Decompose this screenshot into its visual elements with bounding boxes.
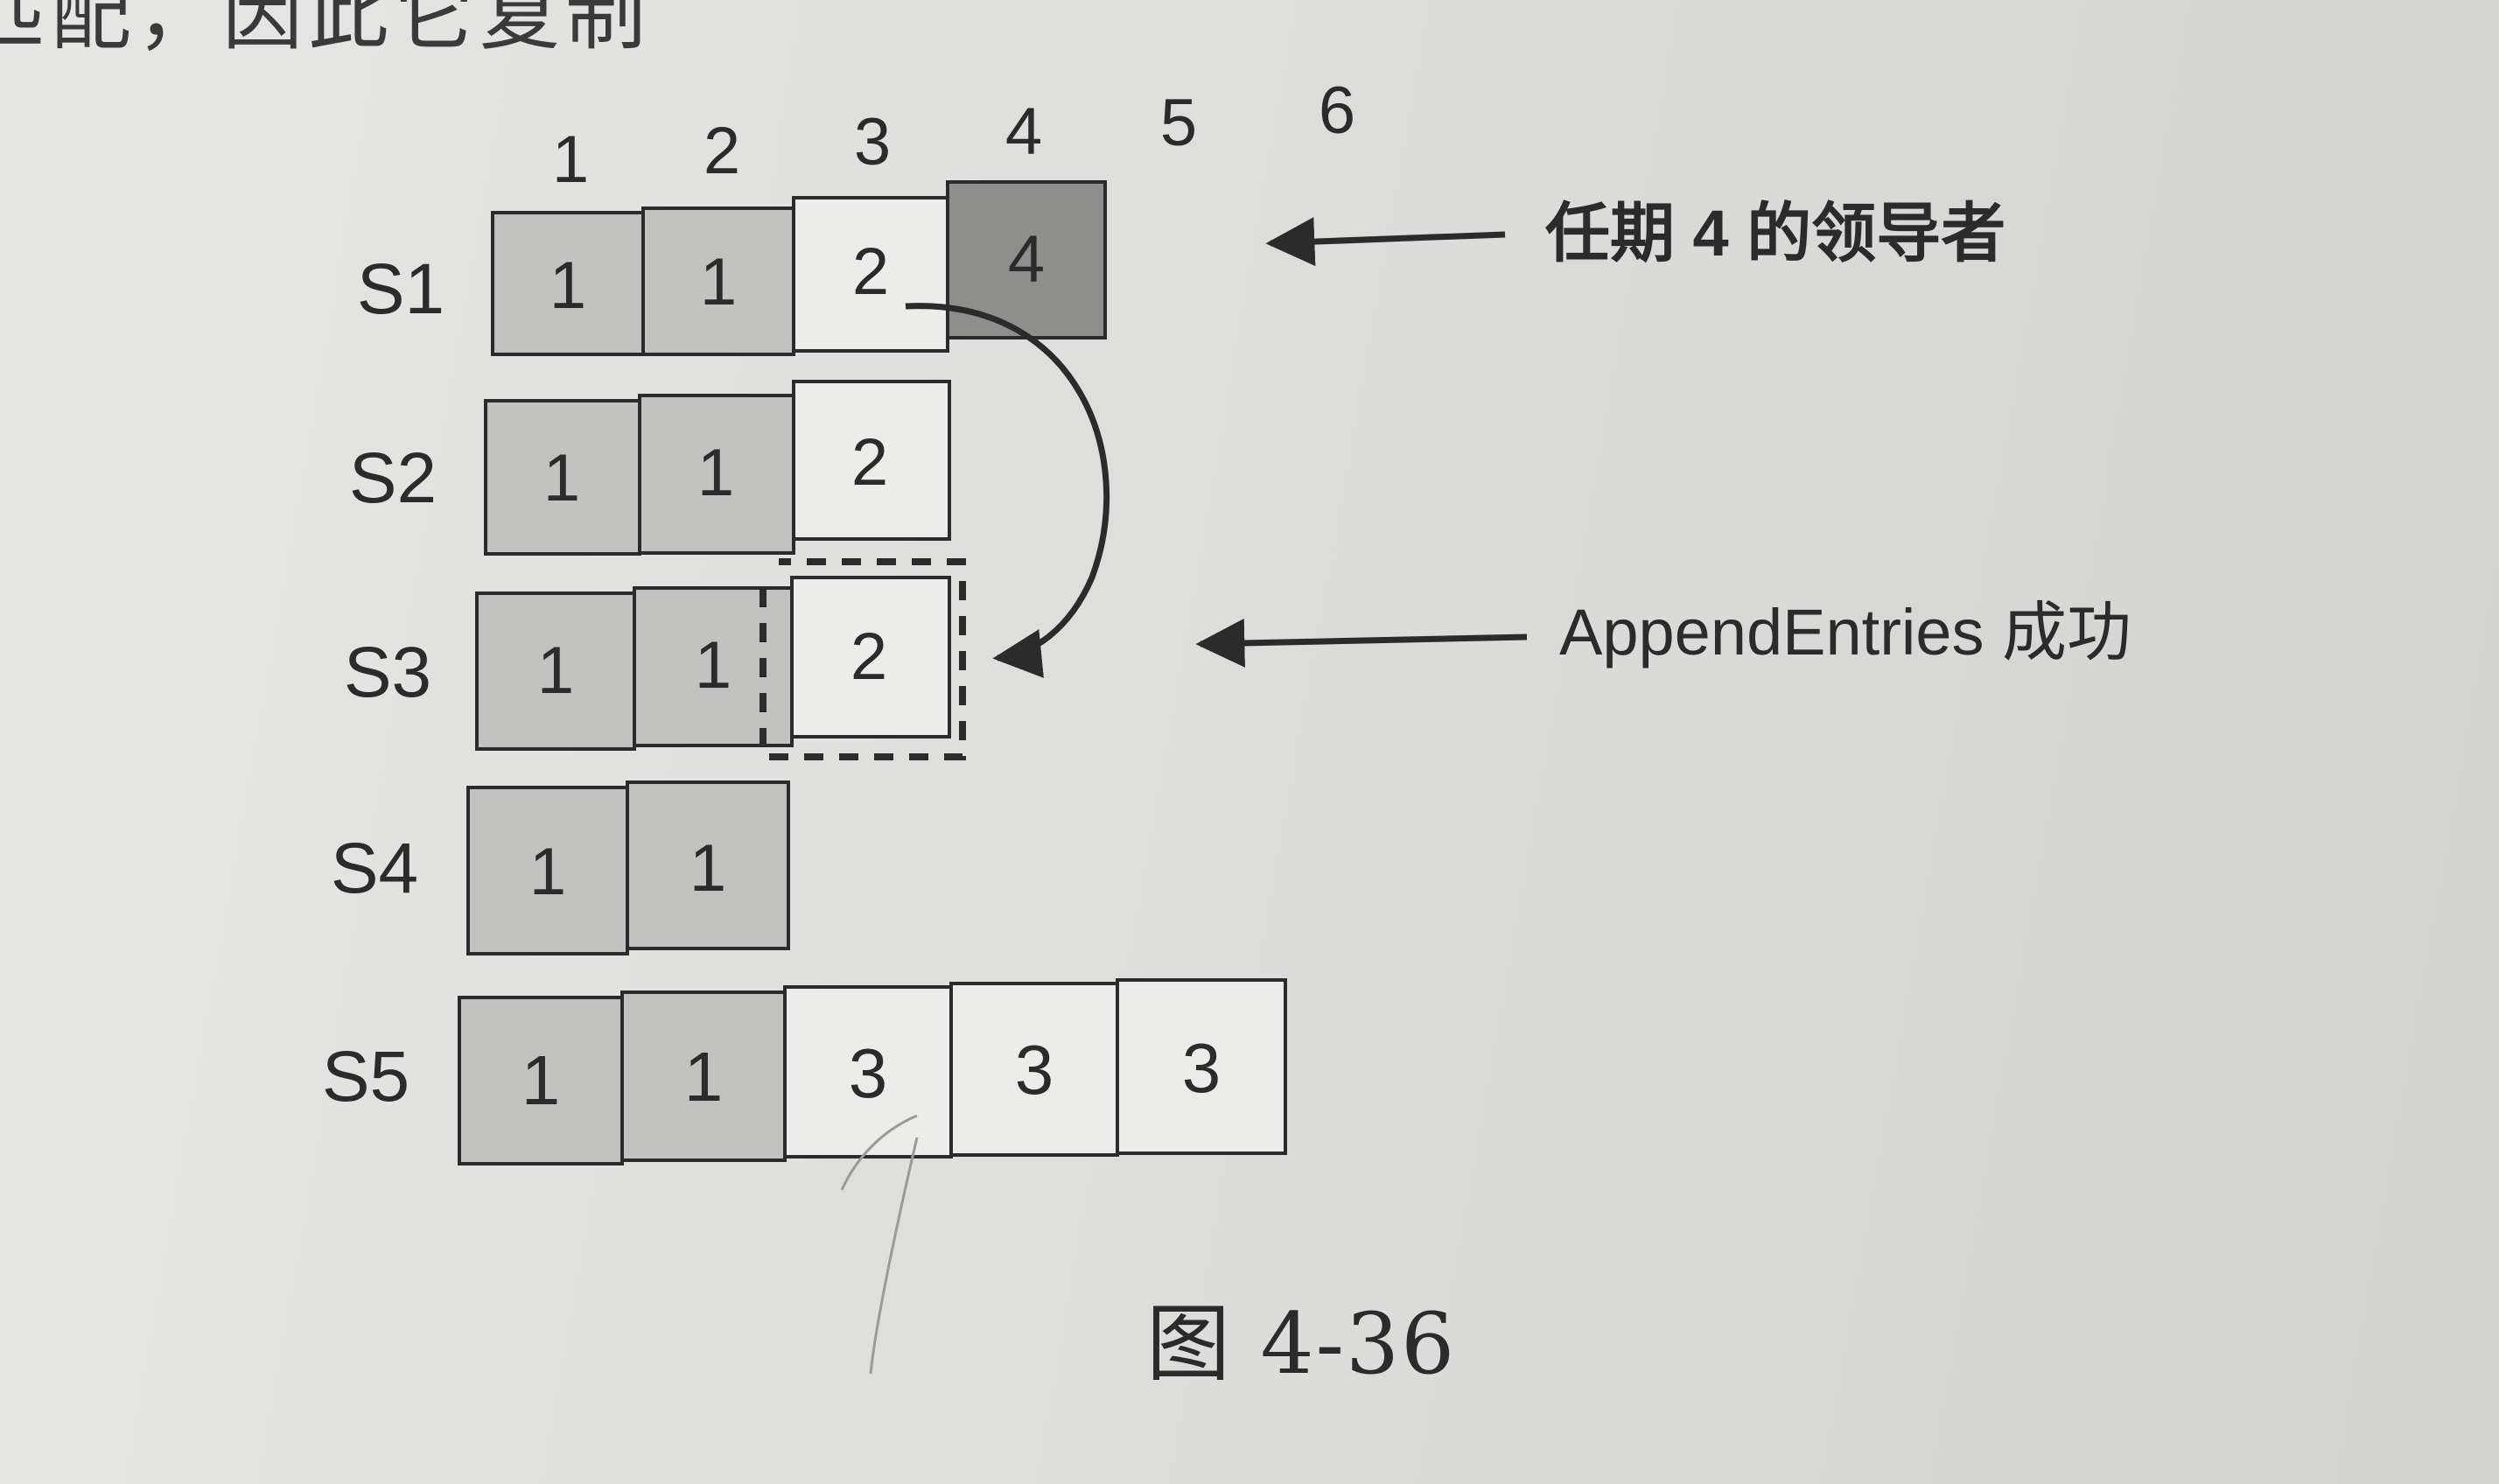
log-row-s4 — [466, 780, 790, 956]
server-label-s5: S5 — [322, 1037, 410, 1116]
log-term-s4-1: 1 — [529, 835, 566, 909]
log-term-s1-3: 2 — [852, 234, 889, 309]
log-term-s3-2: 1 — [695, 628, 732, 703]
column-index-6: 6 — [1319, 74, 1355, 148]
append-arrow — [1195, 618, 1528, 668]
log-term-s5-4: 3 — [1015, 1031, 1054, 1109]
column-indices: 1 2 3 4 5 6 — [552, 74, 1355, 197]
log-term-s2-3: 2 — [851, 425, 888, 500]
figure-caption: 图 4-36 — [1146, 1295, 1457, 1393]
server-label-s2: S2 — [349, 438, 437, 518]
log-term-s4-2: 1 — [690, 831, 726, 906]
log-term-s3-3: 2 — [850, 620, 887, 694]
column-index-4: 4 — [1005, 94, 1042, 169]
log-term-s1-1: 1 — [550, 248, 586, 323]
log-term-s1-2: 1 — [700, 245, 737, 319]
log-term-s5-5: 3 — [1182, 1029, 1222, 1107]
append-annotation: AppendEntries 成功 — [1559, 596, 2132, 668]
raft-log-diagram: 1 2 3 4 5 6 S1 S2 S3 S4 S5 1 1 2 4 1 1 2 — [322, 74, 2132, 1375]
log-term-s3-1: 1 — [537, 634, 574, 708]
column-index-5: 5 — [1160, 86, 1197, 160]
log-term-s5-3: 3 — [849, 1034, 888, 1112]
column-index-3: 3 — [854, 105, 891, 179]
leader-arrow — [1265, 217, 1506, 267]
server-label-s3: S3 — [344, 633, 431, 712]
server-label-s4: S4 — [331, 829, 418, 908]
log-term-s2-1: 1 — [543, 441, 580, 515]
server-labels: S1 S2 S3 S4 S5 — [322, 249, 444, 1116]
log-term-s5-1: 1 — [522, 1041, 561, 1119]
leader-annotation: 任期 4 的领导者 — [1545, 197, 2006, 270]
server-label-s1: S1 — [357, 249, 444, 329]
log-term-s2-2: 1 — [697, 436, 734, 510]
column-index-2: 2 — [704, 114, 740, 188]
log-term-s5-2: 1 — [684, 1038, 724, 1116]
column-index-1: 1 — [552, 122, 589, 197]
log-term-s1-4: 4 — [1008, 222, 1045, 297]
